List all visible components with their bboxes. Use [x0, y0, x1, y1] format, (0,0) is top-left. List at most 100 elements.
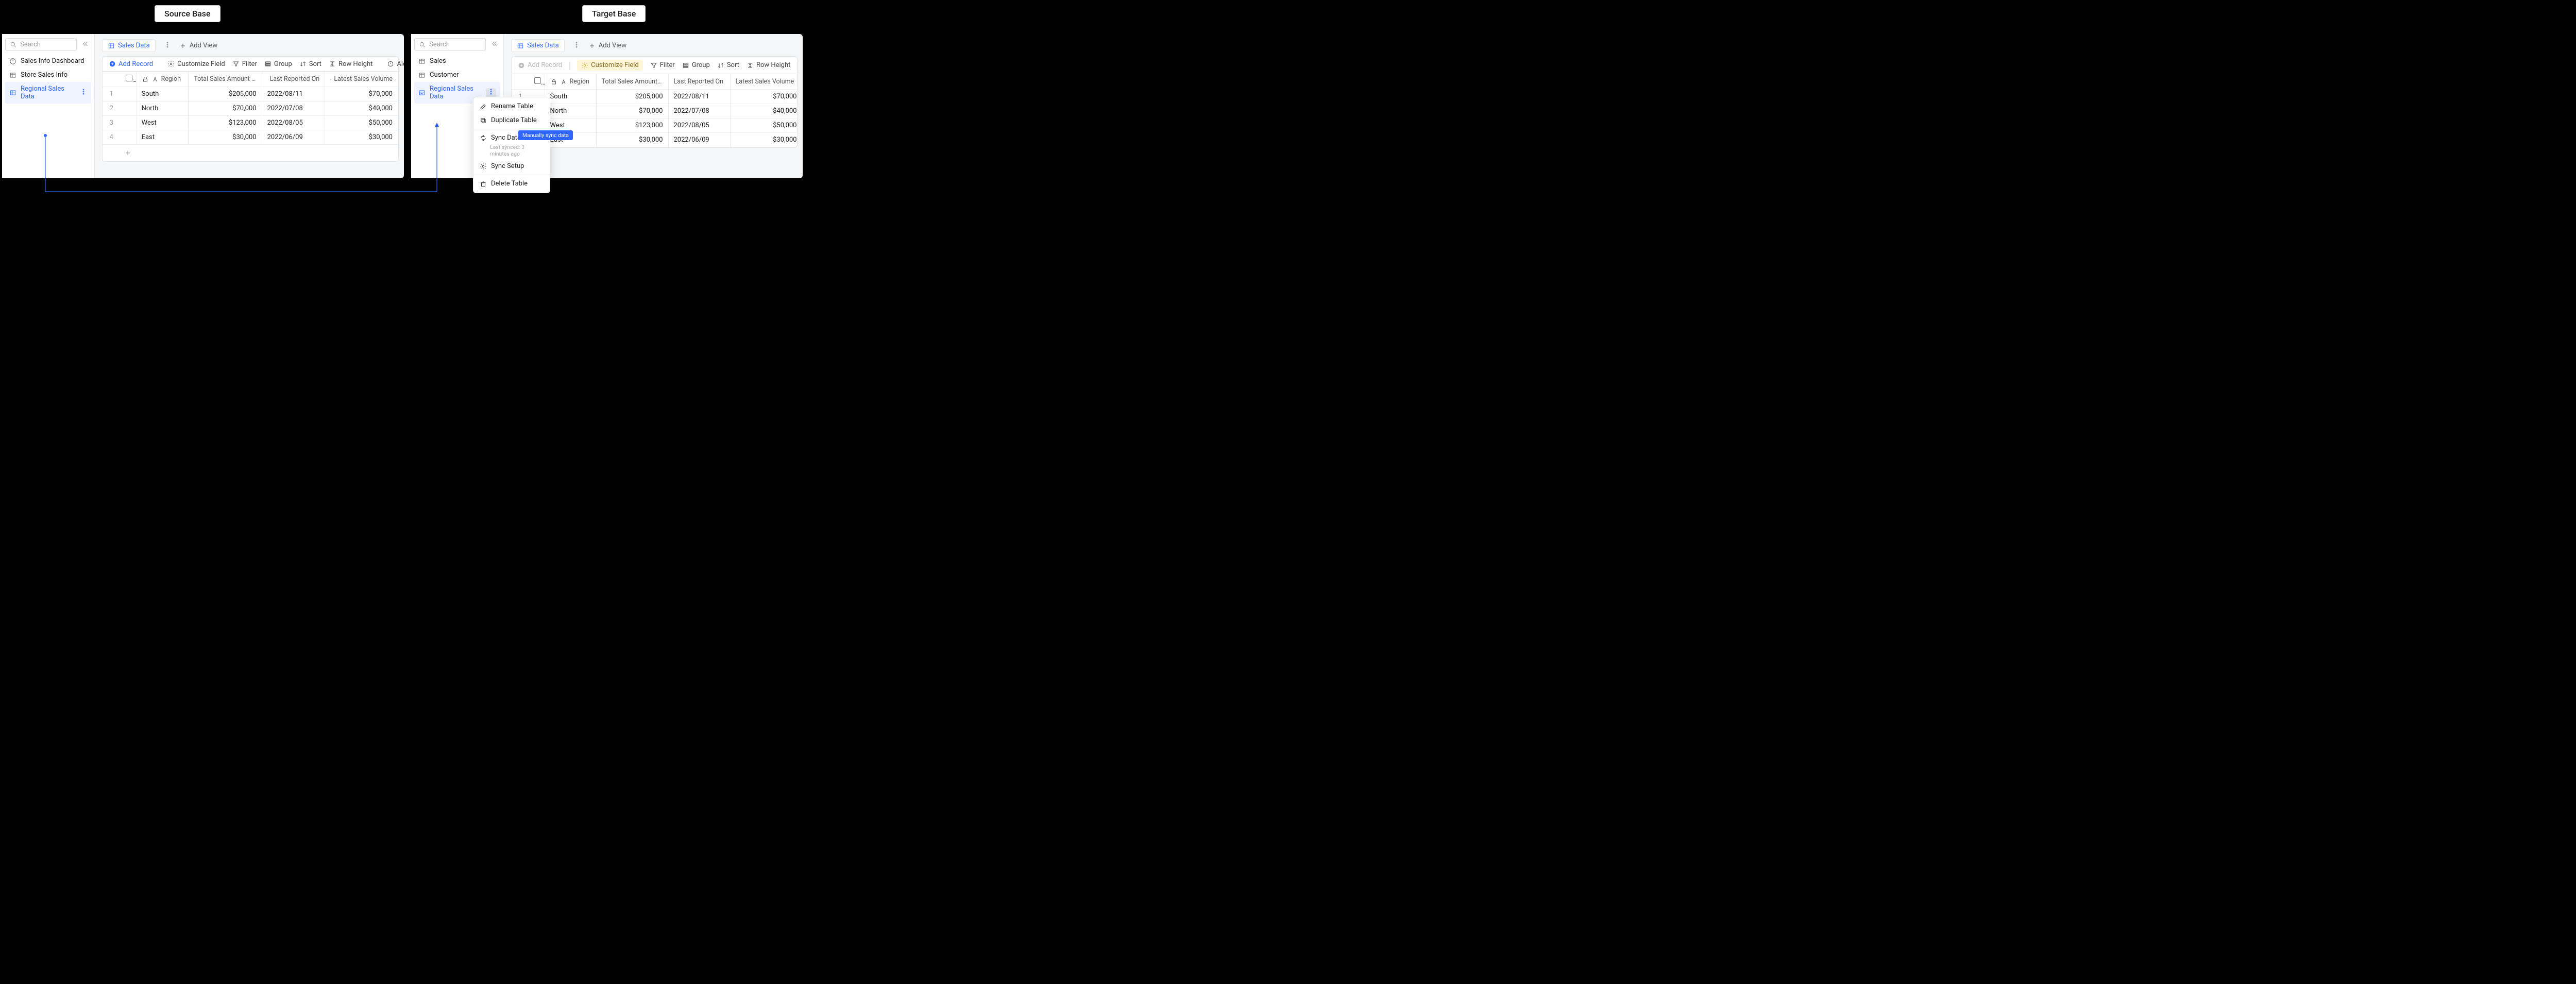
- table-row[interactable]: 1South$205,0002022/08/11$70,000: [512, 90, 798, 104]
- cell-region[interactable]: North: [136, 101, 189, 116]
- menu-sync-subtext: Last synced: 3 minutes ago: [473, 144, 550, 159]
- cell-volume[interactable]: $50,000: [325, 116, 398, 130]
- column-header-region[interactable]: Region: [545, 74, 596, 90]
- tab-sales-data[interactable]: Sales Data: [511, 39, 565, 52]
- row-index: 4: [103, 130, 121, 145]
- sidebar-item-more-button[interactable]: [80, 88, 87, 97]
- sidebar-item-store-sales[interactable]: Store Sales Info: [5, 68, 91, 82]
- sort-button[interactable]: Sort: [717, 61, 739, 69]
- group-icon: [264, 60, 272, 67]
- cell-volume[interactable]: $40,000: [325, 101, 398, 116]
- cell-volume[interactable]: $70,000: [325, 87, 398, 101]
- select-all-checkbox[interactable]: [126, 75, 132, 81]
- row-height-button[interactable]: Row Height: [747, 61, 790, 69]
- column-header-volume[interactable]: Latest Sales Volume: [730, 74, 798, 90]
- cell-region[interactable]: South: [136, 87, 189, 101]
- tab-more-button[interactable]: [163, 41, 172, 50]
- cell-total[interactable]: $205,000: [189, 87, 262, 101]
- add-view-button[interactable]: Add View: [588, 42, 626, 49]
- cell-date[interactable]: 2022/06/09: [668, 133, 730, 147]
- add-record-button[interactable]: Add Record: [109, 60, 153, 68]
- cell-region[interactable]: North: [545, 104, 596, 118]
- select-all-checkbox[interactable]: [534, 77, 541, 84]
- sidebar-item-sales[interactable]: Sales: [414, 54, 500, 68]
- tool-label: Alert: [397, 60, 404, 68]
- sidebar-item-more-button[interactable]: [486, 88, 496, 97]
- table-row[interactable]: North$70,0002022/07/08$40,000: [512, 104, 798, 118]
- menu-delete-table[interactable]: Delete Table: [473, 177, 550, 191]
- cell-volume[interactable]: $40,000: [730, 104, 798, 118]
- source-label: Source Base: [155, 5, 221, 22]
- cell-volume[interactable]: $30,000: [730, 133, 798, 147]
- add-view-button[interactable]: Add View: [179, 42, 217, 49]
- tool-label: Add Record: [118, 60, 153, 68]
- trash-icon: [480, 180, 487, 188]
- collapse-sidebar-button[interactable]: [80, 39, 91, 50]
- cell-date[interactable]: 2022/08/05: [668, 118, 730, 133]
- sidebar-item-customer[interactable]: Customer: [414, 68, 500, 82]
- column-header-date[interactable]: Last Reported On: [668, 74, 730, 90]
- checkbox-header[interactable]: [529, 74, 545, 90]
- sidebar-item-label: Store Sales Info: [21, 71, 67, 79]
- sidebar-item-regional-sales[interactable]: Regional Sales Data: [5, 82, 91, 104]
- sort-button[interactable]: Sort: [299, 60, 321, 68]
- column-header-total[interactable]: Total Sales Amount by...: [189, 72, 262, 87]
- cell-volume[interactable]: $50,000: [730, 118, 798, 133]
- cell-volume[interactable]: $70,000: [730, 90, 798, 104]
- add-row-button[interactable]: +: [103, 145, 398, 161]
- cell-date[interactable]: 2022/07/08: [262, 101, 325, 116]
- row-height-button[interactable]: Row Height: [329, 60, 372, 68]
- table-row[interactable]: 3 West$123,0002022/08/05$50,000: [103, 116, 398, 130]
- tab-sales-data[interactable]: Sales Data: [102, 39, 156, 52]
- table-row[interactable]: 1South$205,0002022/08/11$70,000: [103, 87, 398, 101]
- cell-total[interactable]: $30,000: [189, 130, 262, 145]
- cell-date[interactable]: 2022/08/11: [668, 90, 730, 104]
- menu-rename-table[interactable]: Rename Table: [473, 99, 550, 113]
- sidebar-item-dashboard[interactable]: Sales Info Dashboard: [5, 54, 91, 68]
- alert-button[interactable]: Alert: [387, 60, 404, 68]
- cell-total[interactable]: $123,000: [189, 116, 262, 130]
- table-row[interactable]: 4East$30,0002022/06/09$30,000: [103, 130, 398, 145]
- search-icon: [10, 41, 17, 48]
- filter-icon: [232, 60, 240, 67]
- plus-icon: [588, 42, 596, 49]
- cell-volume[interactable]: $30,000: [325, 130, 398, 145]
- cell-date[interactable]: 2022/08/05: [262, 116, 325, 130]
- cell-total[interactable]: $70,000: [596, 104, 668, 118]
- cell-region[interactable]: East: [136, 130, 189, 145]
- group-button[interactable]: Group: [264, 60, 292, 68]
- column-header-date[interactable]: Last Reported On: [262, 72, 325, 87]
- add-view-label: Add View: [190, 42, 217, 49]
- menu-sync-setup[interactable]: Sync Setup: [473, 159, 550, 173]
- target-toolbar: Add Record Customize Field Filter Group …: [511, 56, 798, 74]
- cell-total[interactable]: $123,000: [596, 118, 668, 133]
- customize-field-button[interactable]: Customize Field: [167, 60, 225, 68]
- filter-button[interactable]: Filter: [232, 60, 257, 68]
- row-index: 2: [103, 101, 121, 116]
- menu-duplicate-table[interactable]: Duplicate Table: [473, 113, 550, 127]
- cell-total[interactable]: $30,000: [596, 133, 668, 147]
- cell-date[interactable]: 2022/07/08: [668, 104, 730, 118]
- cell-date[interactable]: 2022/06/09: [262, 130, 325, 145]
- table-row[interactable]: 2 North$70,0002022/07/08$40,000: [103, 101, 398, 116]
- cell-total[interactable]: $205,000: [596, 90, 668, 104]
- column-header-total[interactable]: Total Sales Amount by...: [596, 74, 668, 90]
- tab-more-button[interactable]: [572, 41, 581, 50]
- filter-button[interactable]: Filter: [650, 61, 675, 69]
- group-button[interactable]: Group: [682, 61, 710, 69]
- column-header-region[interactable]: Region: [136, 72, 189, 87]
- cell-region[interactable]: South: [545, 90, 596, 104]
- column-header-volume[interactable]: Latest Sales Volume: [325, 72, 398, 87]
- row-index: 3: [103, 116, 121, 130]
- cell-date[interactable]: 2022/08/11: [262, 87, 325, 101]
- add-record-button: Add Record: [518, 61, 562, 69]
- customize-field-button[interactable]: Customize Field: [577, 60, 643, 71]
- checkbox-header[interactable]: [121, 72, 137, 87]
- search-input[interactable]: Search: [5, 38, 77, 51]
- cell-region[interactable]: West: [136, 116, 189, 130]
- collapse-sidebar-button[interactable]: [489, 39, 500, 50]
- sync-icon: [480, 134, 487, 142]
- cell-total[interactable]: $70,000: [189, 101, 262, 116]
- tool-label: Sort: [727, 61, 739, 69]
- search-input[interactable]: Search: [414, 38, 486, 51]
